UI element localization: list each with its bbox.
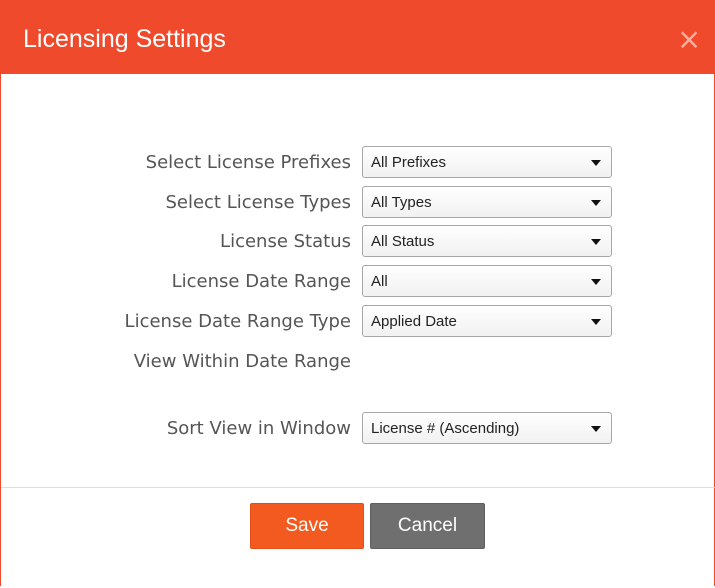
save-button[interactable]: Save — [250, 503, 364, 549]
chevron-down-icon — [591, 426, 601, 432]
license-prefixes-value: All Prefixes — [371, 154, 447, 171]
sort-view-row: Sort View in Window License # (Ascending… — [1, 412, 715, 446]
license-status-row: License Status All Status — [1, 225, 715, 259]
close-icon[interactable]: × — [677, 25, 701, 54]
license-prefixes-select[interactable]: All Prefixes — [362, 146, 612, 178]
cancel-button[interactable]: Cancel — [370, 503, 485, 549]
licensing-settings-dialog: Licensing Settings × Select License Pref… — [0, 0, 715, 586]
license-types-value: All Types — [371, 194, 432, 211]
footer-divider — [1, 487, 715, 488]
license-date-range-type-select[interactable]: Applied Date — [362, 305, 612, 337]
license-date-range-select[interactable]: All — [362, 265, 612, 297]
sort-view-label: Sort View in Window — [166, 418, 351, 439]
view-within-date-range-row: View Within Date Range — [1, 345, 715, 379]
license-types-select[interactable]: All Types — [362, 186, 612, 218]
dialog-title: Licensing Settings — [23, 25, 226, 53]
license-date-range-type-row: License Date Range Type Applied Date — [1, 305, 715, 339]
chevron-down-icon — [591, 160, 601, 166]
license-date-range-label: License Date Range — [171, 271, 351, 292]
license-date-range-value: All — [371, 273, 388, 290]
license-types-row: Select License Types All Types — [1, 186, 715, 220]
sort-view-select[interactable]: License # (Ascending) — [362, 412, 612, 444]
chevron-down-icon — [591, 279, 601, 285]
license-types-label: Select License Types — [165, 192, 351, 213]
chevron-down-icon — [591, 200, 601, 206]
sort-view-value: License # (Ascending) — [371, 420, 520, 437]
license-date-range-type-label: License Date Range Type — [124, 311, 351, 332]
license-status-select[interactable]: All Status — [362, 225, 612, 257]
license-date-range-type-value: Applied Date — [371, 313, 457, 330]
license-prefixes-label: Select License Prefixes — [145, 152, 351, 173]
view-within-date-range-label: View Within Date Range — [133, 351, 351, 372]
license-date-range-row: License Date Range All — [1, 265, 715, 299]
license-status-label: License Status — [220, 231, 351, 252]
dialog-header: Licensing Settings × — [1, 0, 715, 74]
chevron-down-icon — [591, 239, 601, 245]
license-prefixes-row: Select License Prefixes All Prefixes — [1, 146, 715, 180]
license-status-value: All Status — [371, 233, 435, 250]
chevron-down-icon — [591, 319, 601, 325]
